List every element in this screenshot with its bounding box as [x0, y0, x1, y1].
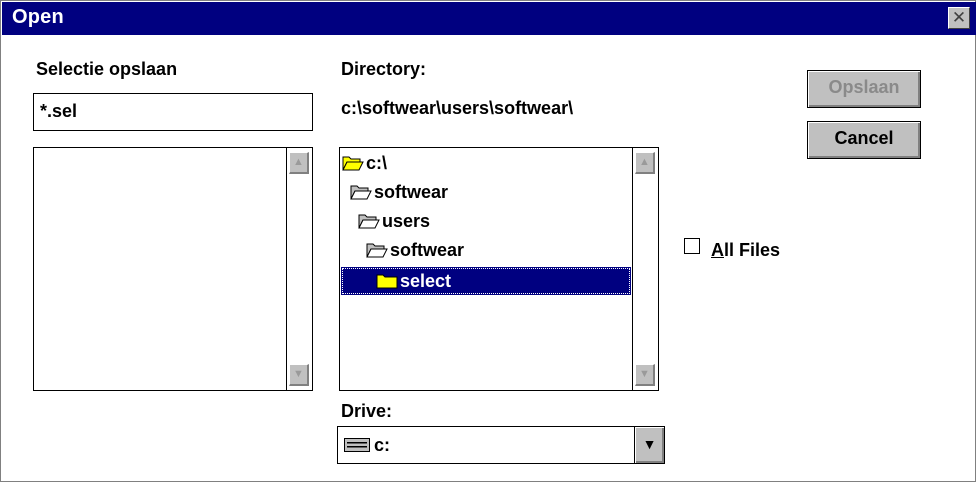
open-folder-icon: [350, 185, 372, 200]
directory-item-label: select: [400, 270, 452, 291]
directory-list-scroll-up-button[interactable]: ▲: [635, 152, 655, 174]
all-files-label[interactable]: All Files: [711, 240, 780, 261]
save-button[interactable]: Opslaan: [807, 70, 921, 108]
arrow-up-icon: ▲: [639, 156, 650, 168]
drive-dropdown-button[interactable]: ▼: [634, 427, 664, 463]
directory-item-label: softwear: [390, 239, 465, 260]
all-files-label-rest: ll Files: [724, 240, 781, 260]
arrow-down-icon: ▼: [293, 368, 304, 380]
all-files-checkbox[interactable]: [684, 238, 700, 254]
directory-item[interactable]: softwear: [350, 178, 448, 206]
directory-label: Directory:: [341, 59, 427, 79]
file-list-scrollbar[interactable]: ▲ ▼: [286, 148, 312, 390]
directory-list-scrollbar[interactable]: ▲ ▼: [632, 148, 658, 390]
file-list-scroll-down-button[interactable]: ▼: [289, 364, 309, 386]
directory-item-label: softwear: [374, 181, 449, 202]
directory-item[interactable]: c:\: [342, 149, 387, 177]
arrow-down-icon: ▼: [639, 368, 650, 380]
open-dialog: Open ✕ Selectie opslaan *.sel ▲ ▼ Direct…: [0, 0, 976, 482]
closed-folder-icon: [376, 274, 398, 289]
drive-label: Drive:: [341, 401, 393, 421]
chevron-down-icon: ▼: [642, 436, 657, 452]
directory-list-scroll-down-button[interactable]: ▼: [635, 364, 655, 386]
drive-value: c:: [374, 435, 391, 455]
drive-select[interactable]: c: ▼: [337, 426, 665, 464]
directory-item[interactable]: softwear: [366, 236, 464, 264]
arrow-up-icon: ▲: [293, 156, 304, 168]
file-name-input[interactable]: *.sel: [33, 93, 313, 131]
directory-item[interactable]: users: [358, 207, 430, 235]
directory-item-selected[interactable]: select: [341, 267, 631, 295]
file-list-scroll-up-button[interactable]: ▲: [289, 152, 309, 174]
directory-path: c:\softwear\users\softwear\: [341, 98, 574, 118]
directory-list[interactable]: c:\ softwear users softwear select ▲ ▼: [339, 147, 659, 391]
cancel-button[interactable]: Cancel: [807, 121, 921, 159]
open-folder-icon: [366, 243, 388, 258]
all-files-accelerator: A: [711, 240, 724, 260]
drive-icon: [344, 438, 370, 452]
close-icon: ✕: [951, 8, 967, 27]
open-folder-icon: [342, 156, 364, 171]
title-bar[interactable]: Open ✕: [2, 2, 976, 35]
file-list[interactable]: ▲ ▼: [33, 147, 313, 391]
window-title: Open: [12, 6, 64, 28]
file-name-label: Selectie opslaan: [36, 59, 178, 79]
open-folder-icon: [358, 214, 380, 229]
directory-item-label: users: [382, 210, 431, 231]
close-button[interactable]: ✕: [948, 7, 970, 29]
directory-item-label: c:\: [366, 152, 388, 173]
